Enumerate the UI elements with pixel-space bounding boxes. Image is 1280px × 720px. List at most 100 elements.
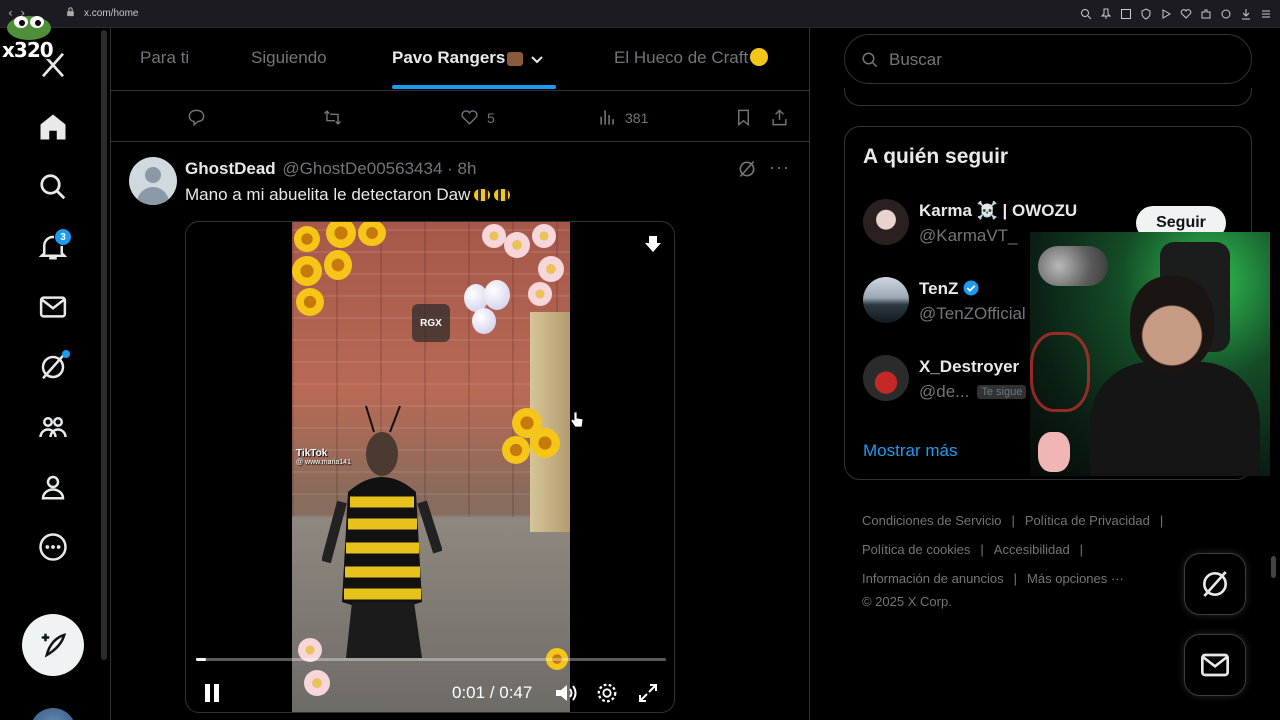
grok-unread-dot xyxy=(62,350,70,358)
communities-icon[interactable] xyxy=(24,398,82,456)
suggested-user-name-row[interactable]: TenZ xyxy=(919,279,980,299)
more-icon[interactable] xyxy=(24,518,82,576)
accessibility-link[interactable]: Accesibilidad xyxy=(994,542,1070,557)
suggested-user-name[interactable]: X_Destroyer xyxy=(919,357,1019,377)
who-to-follow-title: A quién seguir xyxy=(863,145,1009,168)
user-avatar[interactable] xyxy=(863,199,909,245)
grok-icon[interactable] xyxy=(24,338,82,396)
tab-para-ti[interactable]: Para ti xyxy=(140,48,189,68)
grok-icon xyxy=(1203,571,1227,597)
video-frame: RGX TikTok @ www.maria141 xyxy=(292,222,570,712)
repost-icon xyxy=(324,110,341,125)
shield-icon[interactable] xyxy=(1140,7,1152,20)
bookmark-button[interactable] xyxy=(734,108,753,127)
download-icon[interactable] xyxy=(644,234,662,254)
tab-siguiendo[interactable]: Siguiendo xyxy=(251,48,327,68)
tab-el-hueco-de-craft[interactable]: El Hueco de Craft xyxy=(614,48,769,68)
messages-icon[interactable] xyxy=(24,278,82,336)
address-bar[interactable]: x.com/home xyxy=(84,8,138,19)
pause-icon[interactable] xyxy=(202,682,222,704)
more-options-icon[interactable]: ··· xyxy=(769,157,790,178)
play-icon[interactable] xyxy=(1160,7,1172,19)
post[interactable]: GhostDead @GhostDe00563434 · 8h ··· Mano… xyxy=(111,143,809,720)
bee-emoji-icon xyxy=(474,189,491,201)
suggested-user-name[interactable]: Karma ☠️ | OWOZU xyxy=(919,201,1077,221)
active-tab-indicator xyxy=(392,85,556,89)
user-avatar[interactable] xyxy=(863,355,909,401)
screenshot-icon[interactable] xyxy=(1120,7,1132,19)
grok-floating-button[interactable] xyxy=(1184,553,1246,615)
microphone-icon xyxy=(1038,246,1108,286)
views-button[interactable]: 381 xyxy=(598,108,648,127)
extensions-icon[interactable] xyxy=(1200,7,1212,19)
home-icon[interactable] xyxy=(24,98,82,156)
like-button[interactable]: 5 xyxy=(460,108,495,127)
show-more-link[interactable]: Mostrar más xyxy=(863,441,957,461)
pink-flower-decoration xyxy=(532,224,556,248)
video-player[interactable]: RGX TikTok @ www.maria141 0:01 / 0:47 xyxy=(185,221,675,713)
bee-costume-figure xyxy=(322,405,442,658)
share-icon xyxy=(772,109,787,126)
more-options-link[interactable]: Más opciones ··· xyxy=(1027,571,1124,586)
volume-icon[interactable] xyxy=(554,682,578,704)
bookmark-icon xyxy=(738,109,749,127)
ads-info-link[interactable]: Información de anuncios xyxy=(862,571,1004,586)
search-input[interactable]: Buscar xyxy=(889,50,942,70)
zoom-icon[interactable] xyxy=(1080,7,1092,20)
suggested-user-name: TenZ xyxy=(919,279,959,298)
grok-icon[interactable] xyxy=(737,159,757,179)
tab-pavo-rangers[interactable]: Pavo Rangers xyxy=(392,48,545,68)
sunflower-decoration xyxy=(530,428,560,458)
account-avatar[interactable] xyxy=(30,708,76,720)
video-watermark: RGX xyxy=(412,304,450,342)
post-text: Mano a mi abuelita le detectaron Daw xyxy=(185,185,511,205)
search-box[interactable]: Buscar xyxy=(844,34,1252,84)
messages-floating-button[interactable] xyxy=(1184,634,1246,696)
suggested-user-handle[interactable]: @TenZOfficial xyxy=(919,304,1026,324)
heart-icon[interactable] xyxy=(1180,7,1192,19)
cookies-link[interactable]: Política de cookies xyxy=(862,542,970,557)
post-author-name[interactable]: GhostDead xyxy=(185,159,276,178)
reply-button[interactable] xyxy=(187,108,206,127)
compose-post-button[interactable] xyxy=(22,614,84,676)
search-icon[interactable] xyxy=(24,158,82,216)
default-avatar[interactable] xyxy=(129,157,177,205)
privacy-link[interactable]: Política de Privacidad xyxy=(1025,513,1150,528)
notifications-badge: 3 xyxy=(54,228,72,246)
verified-badge-icon xyxy=(963,280,979,296)
menu-icon[interactable] xyxy=(1260,7,1272,19)
tiktok-watermark: TikTok @ www.maria141 xyxy=(296,448,351,467)
timeline-column: Para ti Siguiendo Pavo Rangers El Hueco … xyxy=(110,28,810,720)
pin-icon[interactable] xyxy=(1100,7,1112,19)
left-scrollbar[interactable] xyxy=(101,30,107,660)
suggested-user-handle[interactable]: @KarmaVT_ xyxy=(919,226,1018,246)
user-avatar[interactable] xyxy=(863,277,909,323)
suggested-user-handle[interactable]: @de... xyxy=(919,382,969,401)
chevron-down-icon[interactable] xyxy=(529,51,545,67)
balloon-decoration xyxy=(472,308,496,334)
terms-link[interactable]: Condiciones de Servicio xyxy=(862,513,1001,528)
messages-icon xyxy=(1201,653,1229,677)
repost-button[interactable] xyxy=(323,108,342,127)
settings-icon[interactable] xyxy=(596,682,618,704)
notifications-icon[interactable]: 3 xyxy=(24,218,82,276)
video-controls: 0:01 / 0:47 xyxy=(186,678,674,708)
reply-icon xyxy=(188,109,205,127)
fullscreen-icon[interactable] xyxy=(638,683,658,703)
page-scrollbar[interactable] xyxy=(1271,556,1276,578)
tab-label: Pavo Rangers xyxy=(392,48,506,67)
post-author-handle[interactable]: @GhostDe00563434 · 8h xyxy=(282,159,476,178)
download-icon[interactable] xyxy=(1240,7,1252,20)
views-count: 381 xyxy=(625,109,649,126)
video-time: 0:01 / 0:47 xyxy=(452,683,533,702)
sunflower-decoration xyxy=(502,436,530,464)
video-progress-bar[interactable] xyxy=(196,658,666,661)
profile-icon[interactable] xyxy=(24,458,82,516)
sync-icon[interactable] xyxy=(1220,7,1232,19)
sunflower-decoration xyxy=(292,256,322,286)
pink-flower-decoration xyxy=(538,256,564,282)
video-progress-fill xyxy=(196,658,206,661)
copyright: © 2025 X Corp. xyxy=(862,594,952,609)
share-button[interactable] xyxy=(770,108,789,127)
heart-icon xyxy=(461,110,478,125)
